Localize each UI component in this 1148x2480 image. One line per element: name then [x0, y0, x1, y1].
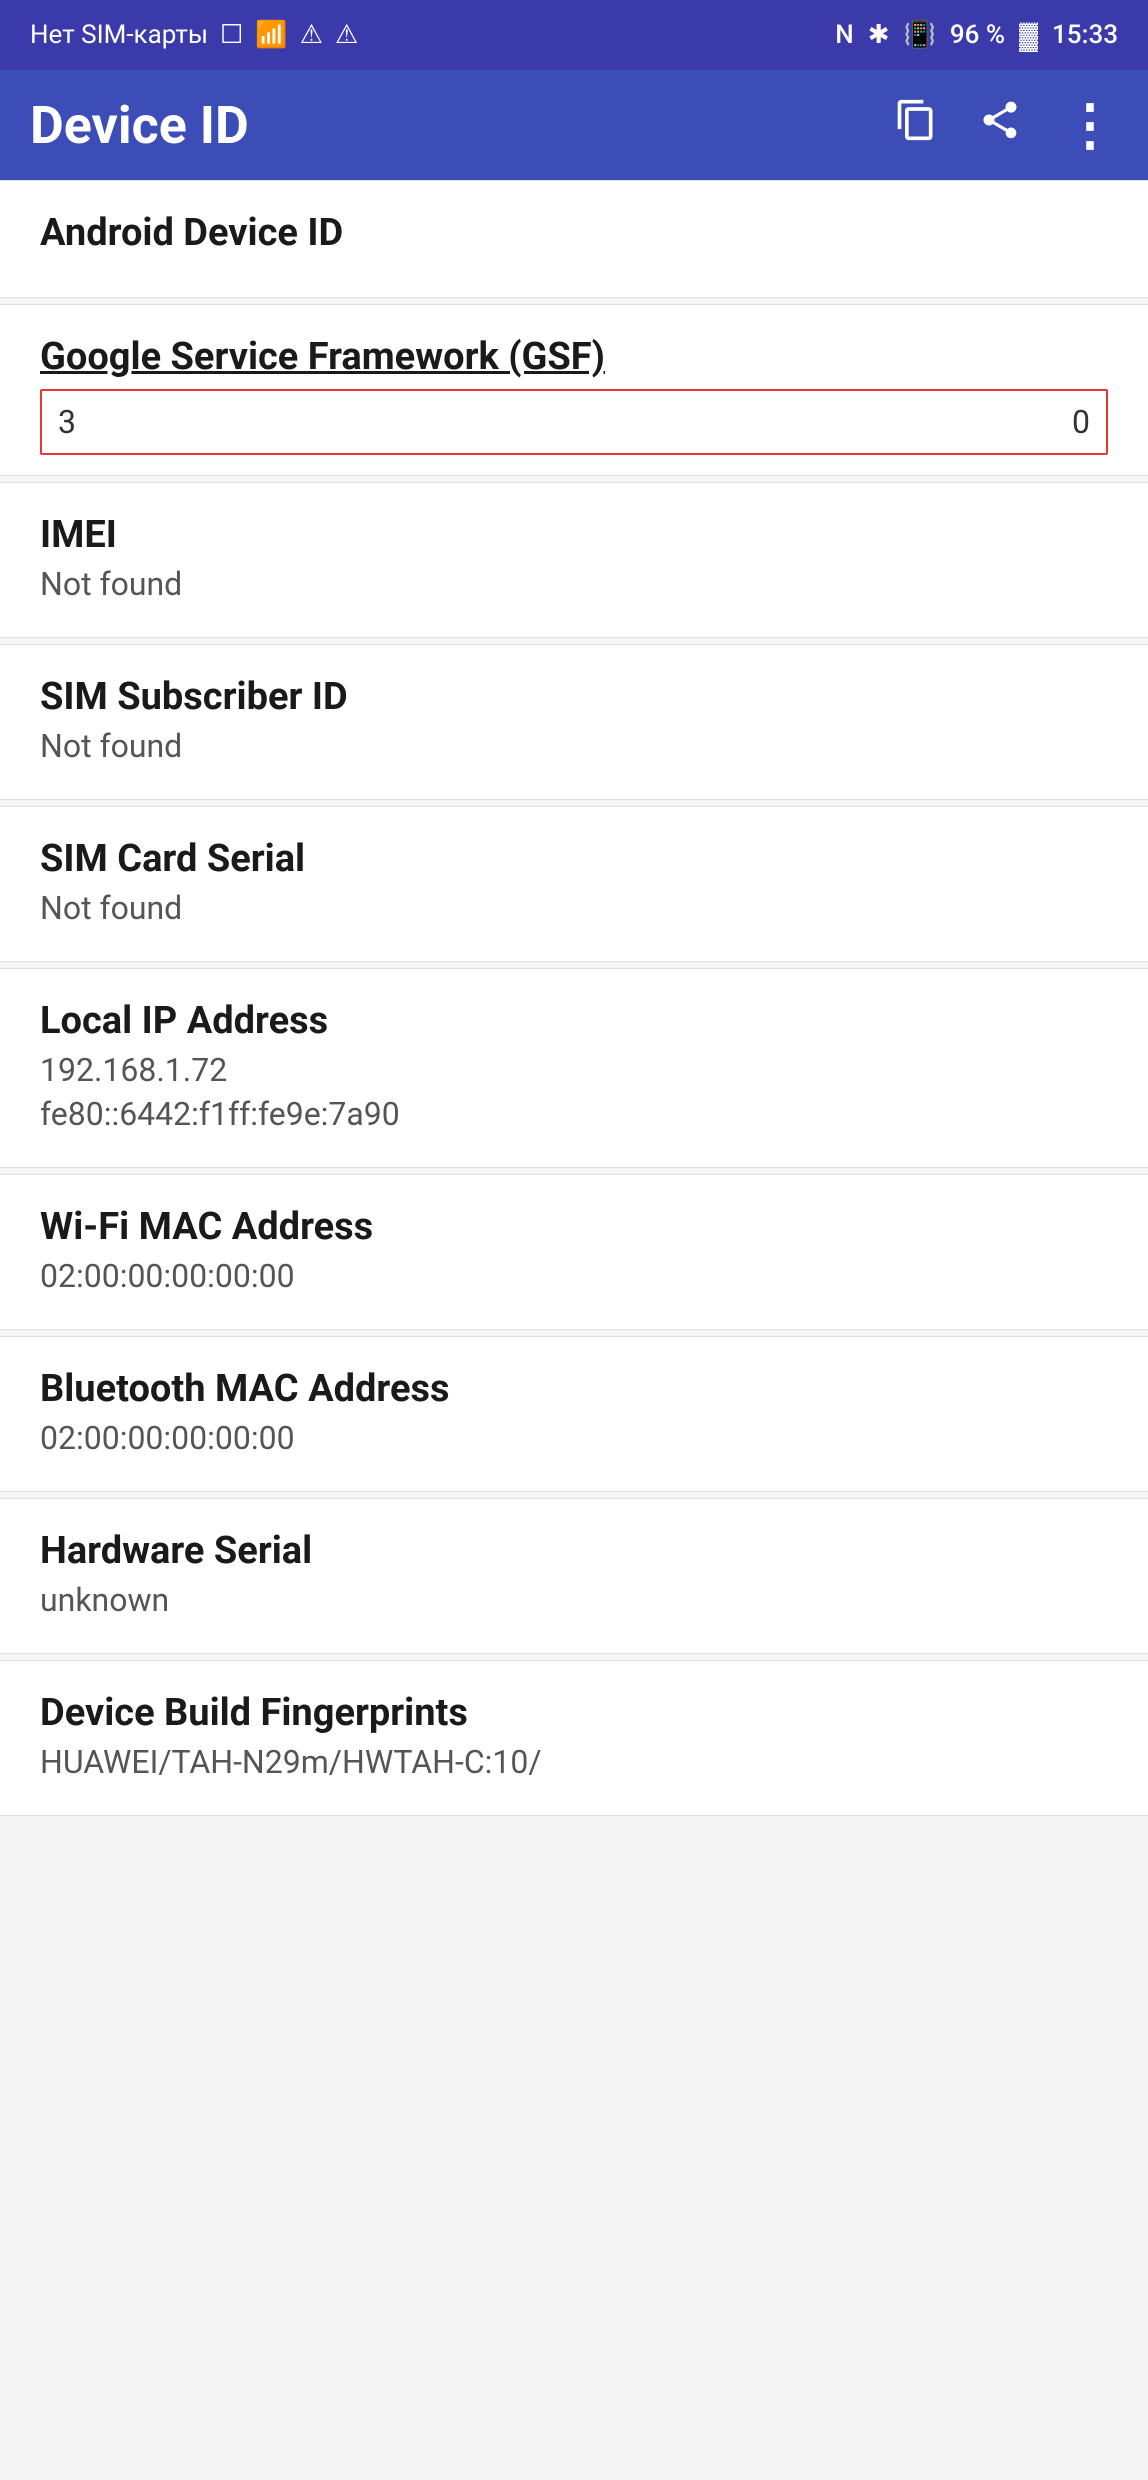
- battery-level: 96 %: [950, 20, 1005, 50]
- vibrate-icon: 📳: [904, 20, 936, 50]
- sim-subscriber-id-card: SIM Subscriber ID Not found: [0, 644, 1148, 800]
- sim-card-serial-value: Not found: [40, 889, 1108, 927]
- gsf-value-right: 0: [1072, 403, 1090, 441]
- wifi-mac-value: 02:00:00:00:00:00: [40, 1257, 1108, 1295]
- sim-status: Нет SIM-карты: [30, 20, 208, 50]
- bluetooth-mac-title: Bluetooth MAC Address: [40, 1367, 1108, 1411]
- sim-subscriber-id-title: SIM Subscriber ID: [40, 675, 1108, 719]
- status-bar: Нет SIM-карты ☐ 📶 ⚠ ⚠ N ✱ 📳 96 % ▓ 15:33: [0, 0, 1148, 70]
- battery-icon: ▓: [1019, 20, 1038, 51]
- copy-icon[interactable]: [894, 97, 938, 154]
- warning-icon-2: ⚠: [335, 20, 358, 50]
- bluetooth-icon: ✱: [868, 20, 890, 50]
- device-build-fingerprints-card: Device Build Fingerprints HUAWEI/TAH-N29…: [0, 1660, 1148, 1816]
- overflow-menu-icon[interactable]: ⋮: [1062, 92, 1118, 158]
- nfc-icon: N: [835, 20, 853, 50]
- gsf-title: Google Service Framework (GSF): [40, 335, 1108, 379]
- local-ip-value: 192.168.1.72: [40, 1051, 1108, 1089]
- sim-card-serial-title: SIM Card Serial: [40, 837, 1108, 881]
- gsf-value-left: 3: [58, 403, 76, 441]
- app-bar: Device ID ⋮: [0, 70, 1148, 180]
- bluetooth-mac-value: 02:00:00:00:00:00: [40, 1419, 1108, 1457]
- imei-card: IMEI Not found: [0, 482, 1148, 638]
- wifi-icon: 📶: [255, 20, 287, 50]
- time: 15:33: [1052, 20, 1118, 50]
- gsf-value-highlight-box: 3 0: [40, 389, 1108, 455]
- status-bar-right: N ✱ 📳 96 % ▓ 15:33: [835, 20, 1118, 51]
- sim-card-serial-card: SIM Card Serial Not found: [0, 806, 1148, 962]
- wifi-mac-title: Wi-Fi MAC Address: [40, 1205, 1108, 1249]
- sim-icon: ☐: [220, 20, 243, 50]
- local-ip-title: Local IP Address: [40, 999, 1108, 1043]
- local-ip-card: Local IP Address 192.168.1.72 fe80::6442…: [0, 968, 1148, 1168]
- imei-value: Not found: [40, 565, 1108, 603]
- hardware-serial-title: Hardware Serial: [40, 1529, 1108, 1573]
- sim-subscriber-id-value: Not found: [40, 727, 1108, 765]
- status-bar-left: Нет SIM-карты ☐ 📶 ⚠ ⚠: [30, 20, 358, 50]
- hardware-serial-value: unknown: [40, 1581, 1108, 1619]
- content: Android Device ID Google Service Framewo…: [0, 180, 1148, 1816]
- gsf-card: Google Service Framework (GSF) 3 0: [0, 304, 1148, 476]
- hardware-serial-card: Hardware Serial unknown: [0, 1498, 1148, 1654]
- imei-title: IMEI: [40, 513, 1108, 557]
- android-device-id-card: Android Device ID: [0, 180, 1148, 298]
- bluetooth-mac-card: Bluetooth MAC Address 02:00:00:00:00:00: [0, 1336, 1148, 1492]
- local-ip-value2: fe80::6442:f1ff:fe9e:7a90: [40, 1095, 1108, 1133]
- device-build-fingerprints-title: Device Build Fingerprints: [40, 1691, 1108, 1735]
- device-build-fingerprints-value: HUAWEI/TAH-N29m/HWTAH-C:10/: [40, 1743, 1108, 1781]
- app-title: Device ID: [30, 95, 249, 156]
- app-bar-actions: ⋮: [894, 92, 1118, 158]
- wifi-mac-card: Wi-Fi MAC Address 02:00:00:00:00:00: [0, 1174, 1148, 1330]
- android-device-id-title: Android Device ID: [40, 211, 1108, 255]
- warning-icon-1: ⚠: [300, 20, 323, 50]
- share-icon[interactable]: [978, 98, 1022, 153]
